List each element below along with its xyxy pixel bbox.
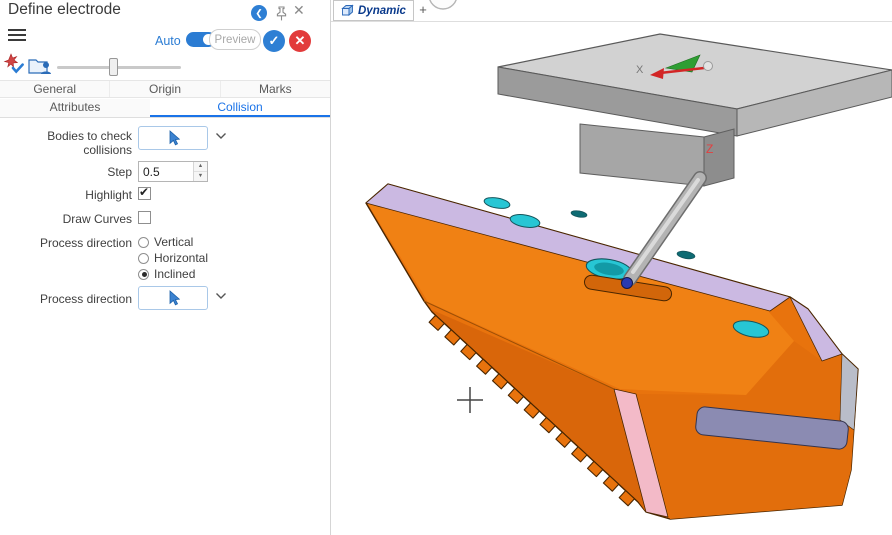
preview-button[interactable]: Preview xyxy=(209,29,261,50)
slider-track xyxy=(57,66,181,69)
tab-origin[interactable]: Origin xyxy=(110,81,220,97)
highlight-label: Highlight xyxy=(0,188,132,202)
viewport-tab-bar: Dynamic + xyxy=(331,0,892,22)
tab-marks[interactable]: Marks xyxy=(221,81,330,97)
axis-z-label: Z xyxy=(706,142,713,156)
panel-title: Define electrode xyxy=(8,1,121,19)
tab-collision[interactable]: Collision xyxy=(150,99,330,117)
menu-icon[interactable] xyxy=(8,29,26,42)
radio-vertical[interactable]: Vertical xyxy=(138,235,193,249)
pick-cursor-icon xyxy=(167,130,180,146)
bodies-label-line1: Bodies to check xyxy=(0,129,132,143)
step-field: ▲ ▼ xyxy=(138,161,208,182)
tab-dynamic-label: Dynamic xyxy=(358,5,406,17)
workpiece-plate[interactable] xyxy=(498,34,892,136)
electrode-check-icon[interactable] xyxy=(3,53,28,76)
cancel-x-icon: ✕ xyxy=(295,33,306,48)
radio-vertical-circle[interactable] xyxy=(138,237,149,248)
draw-curves-label: Draw Curves xyxy=(0,212,132,226)
pin-icon[interactable] xyxy=(275,6,288,21)
auto-label: Auto xyxy=(155,34,181,48)
back-arrow-icon: ❮ xyxy=(255,8,263,18)
pick-cursor-icon xyxy=(167,290,180,306)
viewport-3d: X Z xyxy=(330,22,892,535)
process-direction-label: Process direction xyxy=(0,236,132,250)
step-spinner: ▲ ▼ xyxy=(193,162,207,181)
spin-down-icon[interactable]: ▼ xyxy=(194,172,207,181)
radio-inclined-circle[interactable] xyxy=(138,269,149,280)
cursor-crosshair xyxy=(457,387,483,413)
radio-inclined[interactable]: Inclined xyxy=(138,267,195,281)
step-input[interactable] xyxy=(139,162,193,181)
process-chevron-icon[interactable] xyxy=(215,292,227,300)
tab-attributes[interactable]: Attributes xyxy=(0,99,150,117)
edge-grey-strip xyxy=(840,354,858,430)
cancel-button[interactable]: ✕ xyxy=(289,30,311,52)
confirm-check-icon: ✓ xyxy=(269,33,280,48)
highlight-checkbox[interactable]: ✔ xyxy=(138,187,151,200)
process-pick-button[interactable] xyxy=(138,286,208,310)
app-window: Define electrode ❮ ✕ Auto Preview ✓ ✕ xyxy=(0,0,892,535)
tab-group-main: General Origin Marks xyxy=(0,80,330,98)
step-label: Step xyxy=(0,165,132,179)
electrode-part[interactable] xyxy=(366,184,858,519)
radio-horizontal[interactable]: Horizontal xyxy=(138,251,208,265)
origin-sphere xyxy=(704,62,713,71)
bodies-pick-button[interactable] xyxy=(138,126,208,150)
electrode-library-icon[interactable] xyxy=(28,56,53,76)
bodies-chevron-icon[interactable] xyxy=(215,132,227,140)
spin-up-icon[interactable]: ▲ xyxy=(194,162,207,172)
confirm-button[interactable]: ✓ xyxy=(263,30,285,52)
bodies-label-line2: collisions xyxy=(0,143,132,157)
define-electrode-panel: Define electrode ❮ ✕ Auto Preview ✓ ✕ xyxy=(0,0,330,535)
radio-horizontal-circle[interactable] xyxy=(138,253,149,264)
electrode-hole xyxy=(483,196,510,210)
view-compass-partial[interactable] xyxy=(425,0,461,18)
tab-dynamic[interactable]: Dynamic xyxy=(333,0,414,21)
process-direction2-label: Process direction xyxy=(0,292,132,306)
axis-x-label: X xyxy=(636,64,644,76)
close-icon[interactable]: ✕ xyxy=(293,2,305,19)
tab-general[interactable]: General xyxy=(0,81,110,97)
collapse-panel-button[interactable]: ❮ xyxy=(251,5,267,21)
tab-group-sub: Attributes Collision xyxy=(0,99,330,118)
electrode-hole xyxy=(571,210,588,219)
draw-curves-checkbox[interactable] xyxy=(138,211,151,224)
transparency-slider[interactable] xyxy=(57,58,181,76)
checkmark-icon: ✔ xyxy=(139,185,149,199)
tool-tip xyxy=(622,278,633,289)
electrode-hole xyxy=(677,250,696,260)
slider-handle[interactable] xyxy=(109,58,118,76)
cube-icon xyxy=(341,4,354,17)
